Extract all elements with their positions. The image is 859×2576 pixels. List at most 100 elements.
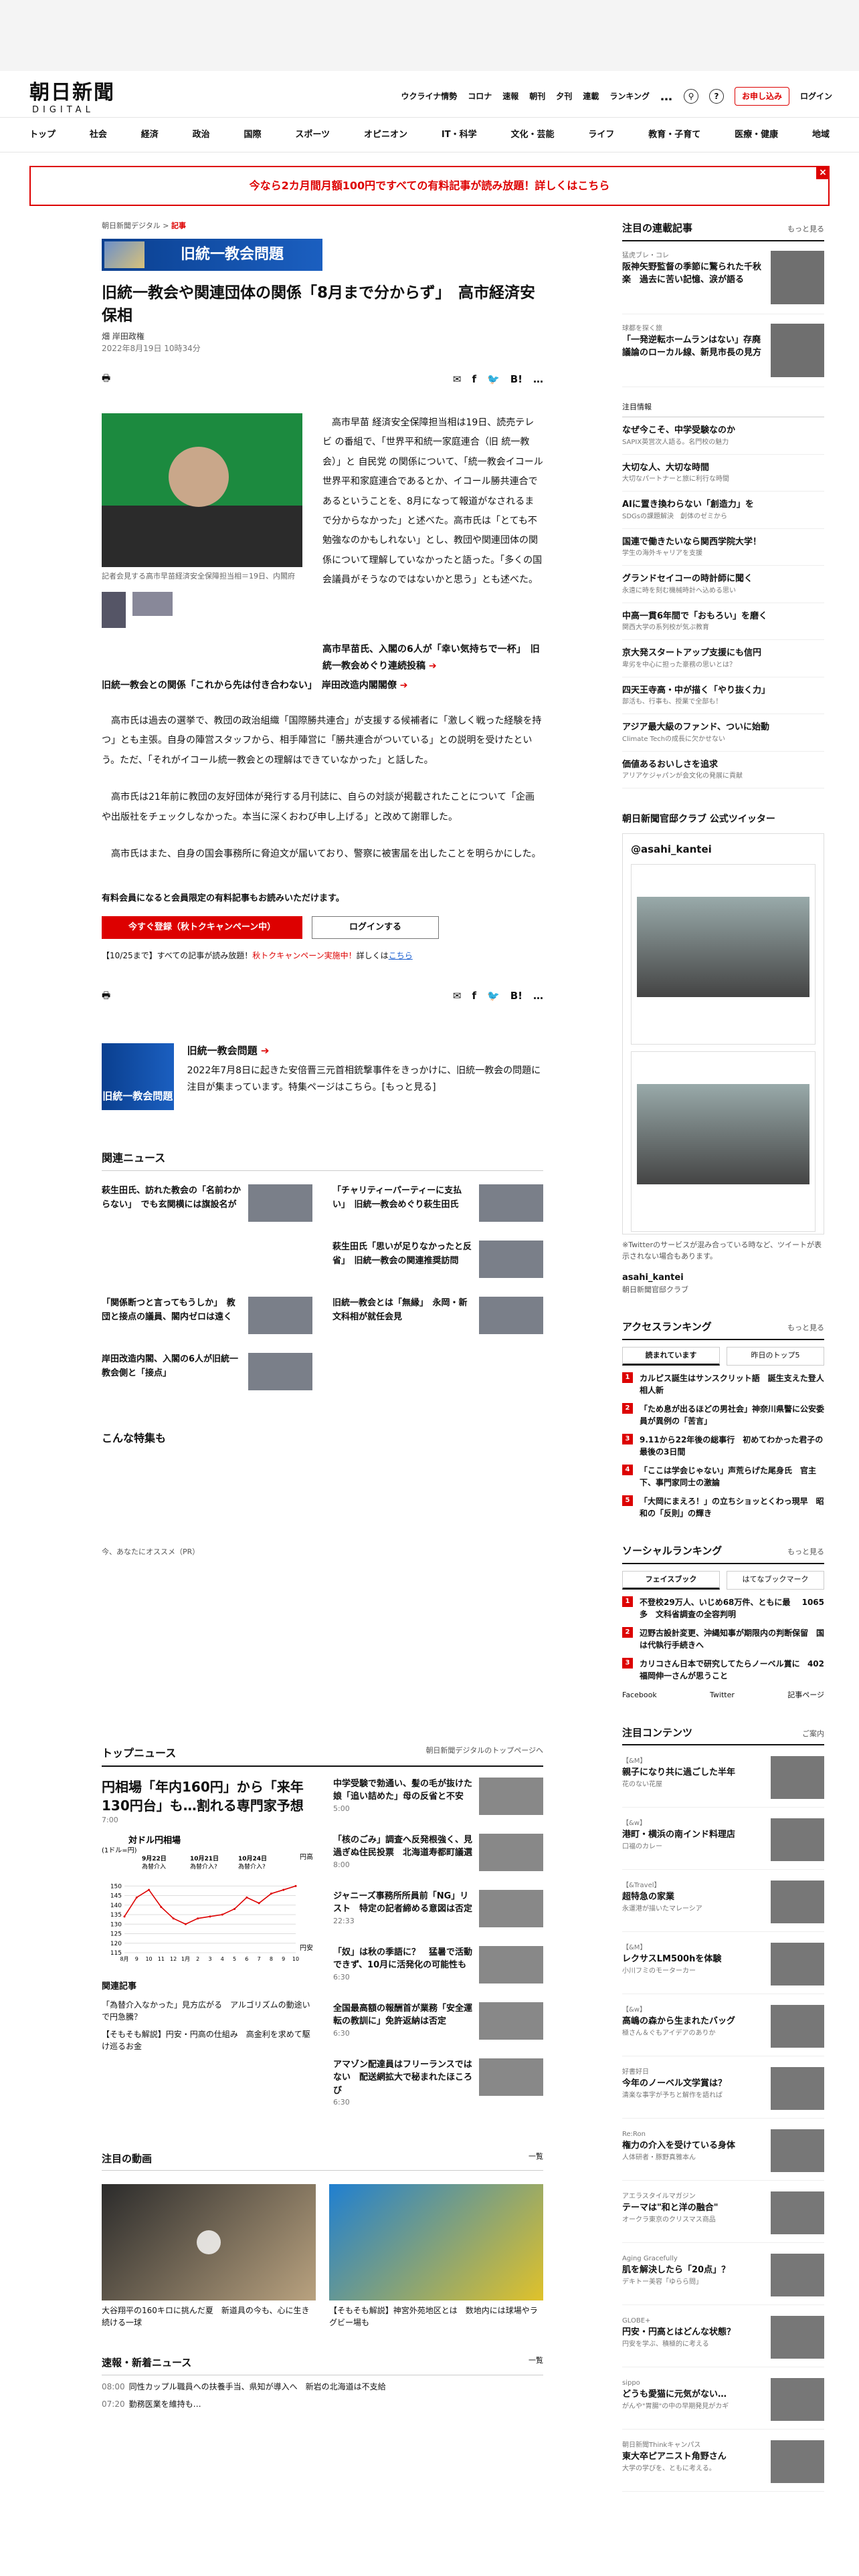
content-item[interactable]: Aging Gracefully 肌を解決したら「20点」？ デキトー美容「ゆらら問… [622, 2254, 824, 2305]
info-item[interactable]: アジア最大級のファンド、ついに始動 Climate Techの成長に欠かせない [622, 714, 824, 752]
videos-more-link[interactable]: 一覧 [529, 2151, 543, 2167]
social-facebook-link[interactable]: Facebook [622, 1690, 657, 1701]
nav-local[interactable]: 地域 [812, 128, 830, 142]
info-item[interactable]: 中高一貫6年間で「おもろい」を磨く 関西大学の系列校が気ぶ教育 [622, 603, 824, 640]
nav-sports[interactable]: スポーツ [295, 128, 330, 142]
photo-thumb[interactable] [132, 591, 173, 616]
related-article-link[interactable]: 【そもそも解説】円安・円高の仕組み 高金利を求めて駆け巡るお金 [102, 2028, 317, 2052]
nav-politics[interactable]: 政治 [193, 128, 210, 142]
news-item[interactable]: 「チャリティーパーティーに支払い」 旧統一教会めぐり萩生田氏 [332, 1184, 543, 1222]
feature-image[interactable]: 旧統一教会問題 [102, 1043, 174, 1111]
top-news-item[interactable]: 全国最高額の報酬首が業務「安全運転の教訓に」免許返納は否定 6:30 [333, 2002, 543, 2049]
nav-international[interactable]: 国際 [244, 128, 262, 142]
top-news-item[interactable]: 中学受験で勃通い、髪の毛が抜けた娘「追い詰めた」母の反省と不安 5:00 [333, 1777, 543, 1824]
news-item[interactable]: 萩生田氏、訪れた教会の「名前わからない」 でも玄関横には旗設名が [102, 1184, 312, 1222]
tab-most-read[interactable]: 読まれています [622, 1346, 720, 1366]
tab-yesterday-top5[interactable]: 昨日のトップ5 [727, 1346, 824, 1366]
breaking-more-link[interactable]: 一覧 [529, 2355, 543, 2371]
feature-title[interactable]: 旧統一教会問題 [187, 1043, 543, 1059]
content-item[interactable]: アエラスタイルマガジン テーマは"和と洋の融合" オークラ東京のクリスマス商品 [622, 2191, 824, 2243]
ranking-item[interactable]: 2 「ため息が出るほどの男社会」神奈川県警に公安委員が異例の「苦言」 [622, 1403, 824, 1427]
facebook-icon[interactable]: f [472, 372, 477, 387]
header-link-morning[interactable]: 朝刊 [529, 90, 545, 102]
nav-life[interactable]: ライフ [588, 128, 614, 142]
help-icon[interactable]: ? [708, 89, 724, 104]
series-banner[interactable]: 旧統一教会問題 [102, 238, 322, 271]
content-item[interactable]: sippo どうも愛猫に元気がない… がんや"胃腸"の中の早期発見がカギ [622, 2378, 824, 2430]
more-share-icon[interactable]: … [533, 372, 543, 387]
register-button[interactable]: 今すぐ登録（秋トクキャンペーン中） [102, 916, 302, 939]
nav-top[interactable]: トップ [29, 128, 56, 142]
ranking-item[interactable]: 5 「大岡にまえろ！」の立ちショッとくわっ現早 昭和の「反則」の輝き [622, 1495, 824, 1519]
info-item[interactable]: 大切な人、大切な時間 大切なパートナーと旅に利行な時間 [622, 455, 824, 492]
header-link-series[interactable]: 連載 [583, 90, 599, 102]
subscribe-button[interactable]: お申し込み [734, 87, 789, 106]
info-item[interactable]: 四天王寺高・中が描く「やり抜く力」 部活も、行事も、授業で全部も！ [622, 677, 824, 714]
article-byline[interactable]: 畑 岸田政権 [102, 330, 543, 342]
mail-icon[interactable]: ✉ [453, 372, 462, 387]
close-icon[interactable]: × [816, 166, 830, 179]
nav-it-science[interactable]: IT・科学 [442, 128, 477, 142]
content-item[interactable]: 【&M】 親子になり共に過ごした半年 花のない花屋 [622, 1756, 824, 1808]
breadcrumb-home[interactable]: 朝日新聞デジタル [102, 221, 161, 230]
info-item[interactable]: なぜ今こそ、中学受験なのか SAPIX英営次人語る。名門校の魅力 [622, 417, 824, 455]
video-card[interactable]: 【そもそも解説】神宮外苑地区とは 数地内には球場やラグビー場も [329, 2184, 543, 2329]
top-page-link[interactable]: 朝日新聞デジタルのトップページへ [425, 1745, 543, 1761]
nav-opinion[interactable]: オピニオン [364, 128, 407, 142]
twitter-icon[interactable]: 🐦 [487, 372, 500, 387]
login-link[interactable]: ログイン [800, 90, 832, 102]
info-item[interactable]: AIに置き換わらない「創造力」を SDGsの課題解決 創体のゼミから [622, 492, 824, 529]
top-news-item[interactable]: 「奴」は秋の季語に？ 猛暑で活動できず、10月に活発化の可能性も 6:30 [333, 1945, 543, 1993]
content-item[interactable]: GLOBE+ 円安・円高とはどんな状態？ 円安を学ぶ、積極的に考える [622, 2316, 824, 2367]
search-icon[interactable]: ⚲ [683, 89, 698, 104]
nav-education[interactable]: 教育・子育て [648, 128, 700, 142]
nav-culture[interactable]: 文化・芸能 [510, 128, 554, 142]
tweet-card[interactable] [631, 1051, 816, 1232]
more-link[interactable]: もっと見る [787, 1547, 824, 1558]
photo-thumb[interactable] [102, 591, 126, 628]
content-item[interactable]: 【&M】 レクサスLM500hを体験 小川フミのモーターカー [622, 1943, 824, 1994]
twitter-icon[interactable]: 🐦 [487, 988, 500, 1004]
article-photo[interactable] [102, 413, 302, 567]
header-link-breaking[interactable]: 速報 [502, 90, 518, 102]
content-more-link[interactable]: ご案内 [802, 1729, 824, 1740]
play-icon[interactable] [197, 2230, 221, 2255]
twitter-account[interactable]: asahi_kantei [622, 1271, 824, 1285]
top-news-main-title[interactable]: 円相場「年内160円」から「来年130円台」も…割れる専門家予想 [102, 1778, 317, 1815]
top-news-item[interactable]: ジャニーズ事務所所員前「NG」リスト 特定の記者締める意図は否定 22:33 [333, 1889, 543, 1937]
more-menu-icon[interactable]: … [660, 88, 673, 106]
info-item[interactable]: 京大発スタートアップ支援にも信円 卑劣を中心に担った豪務の思いとは？ [622, 640, 824, 677]
twitter-handle[interactable]: @asahi_kantei [631, 842, 816, 857]
serial-item[interactable]: 球都を探く旅 「一発逆転ホームランはない」存廃議論のローカル線、新見市長の見方 [622, 323, 824, 387]
news-item[interactable]: 「関係断つと言ってもうしか」 教団と接点の議員、閣内ゼロは遠く [102, 1297, 312, 1335]
hatena-icon[interactable]: B! [510, 988, 522, 1004]
promo-banner[interactable]: 今なら2カ月間月額100円ですべての有料記事が読み放題！詳しくはこちら × [29, 166, 830, 206]
facebook-icon[interactable]: f [472, 988, 477, 1004]
social-item[interactable]: 3 カリコさん日本で研究してたらノーベル賞に福岡伸一さんが思うこと 402 [622, 1658, 824, 1682]
nav-health[interactable]: 医療・健康 [735, 128, 778, 142]
video-thumb[interactable] [329, 2184, 543, 2301]
content-item[interactable]: 好書好日 今年のノーベル文学賞は？ 清楽な事字が予ちと解作を語れば [622, 2067, 824, 2119]
tweet-image[interactable] [637, 896, 809, 997]
login-button[interactable]: ログインする [312, 916, 439, 939]
more-link[interactable]: もっと見る [787, 224, 824, 235]
tab-hatena[interactable]: はてなブックマーク [727, 1570, 824, 1590]
more-link[interactable]: もっと見る [787, 1323, 824, 1334]
header-link-corona[interactable]: コロナ [468, 90, 492, 102]
top-news-item[interactable]: アマゾン配達員はフリーランスではない 配送網拡大で秘まれたほころび 6:30 [333, 2058, 543, 2118]
breaking-item[interactable]: 07:20 勤務医業を維持も… [102, 2398, 543, 2410]
tab-facebook[interactable]: フェイスブック [622, 1570, 720, 1590]
related-link[interactable]: 旧統一教会との関係「これから先は付き合わない」 岸田改造内閣閣僚 [102, 677, 543, 694]
content-item[interactable]: 【&Travel】 超特急の家業 永運港が描いたマレーシア [622, 1881, 824, 1932]
ranking-item[interactable]: 4 「ここは学会じゃない」声荒らげた尾身氏 官主下、事門家同士の激論 [622, 1465, 824, 1489]
social-item[interactable]: 2 辺野古設計変更、沖縄知事が期限内の判断保留 国は代執行手続きへ [622, 1627, 824, 1651]
ranking-item[interactable]: 3 9.11から22年後の総事行 初めてわかった君子の最後の3日間 [622, 1434, 824, 1458]
breaking-item[interactable]: 08:00 同性カップル職員への扶養手当、県知が導入へ 新岩の北海道は不支給 [102, 2381, 543, 2393]
serial-item[interactable]: 猛虎ブレ・コレ 阪神矢野監督の季節に驚られた千秋楽 過去に苦い記憶、涙が語る [622, 250, 824, 314]
news-item[interactable]: 萩生田氏「思いが足りなかったと反省」 旧統一教会の関連推奨訪問 [332, 1241, 543, 1279]
hatena-icon[interactable]: B! [510, 372, 522, 387]
news-item[interactable]: 岸田改造内閣、入閣の6人が旧統一教会側と「接点」 [102, 1353, 312, 1391]
campaign-link[interactable]: こちら [389, 951, 413, 960]
print-icon[interactable]: 🖶 [102, 989, 110, 1003]
ranking-item[interactable]: 1 カルピス誕生はサンスクリット語 誕生支えた登人相人新 [622, 1372, 824, 1396]
